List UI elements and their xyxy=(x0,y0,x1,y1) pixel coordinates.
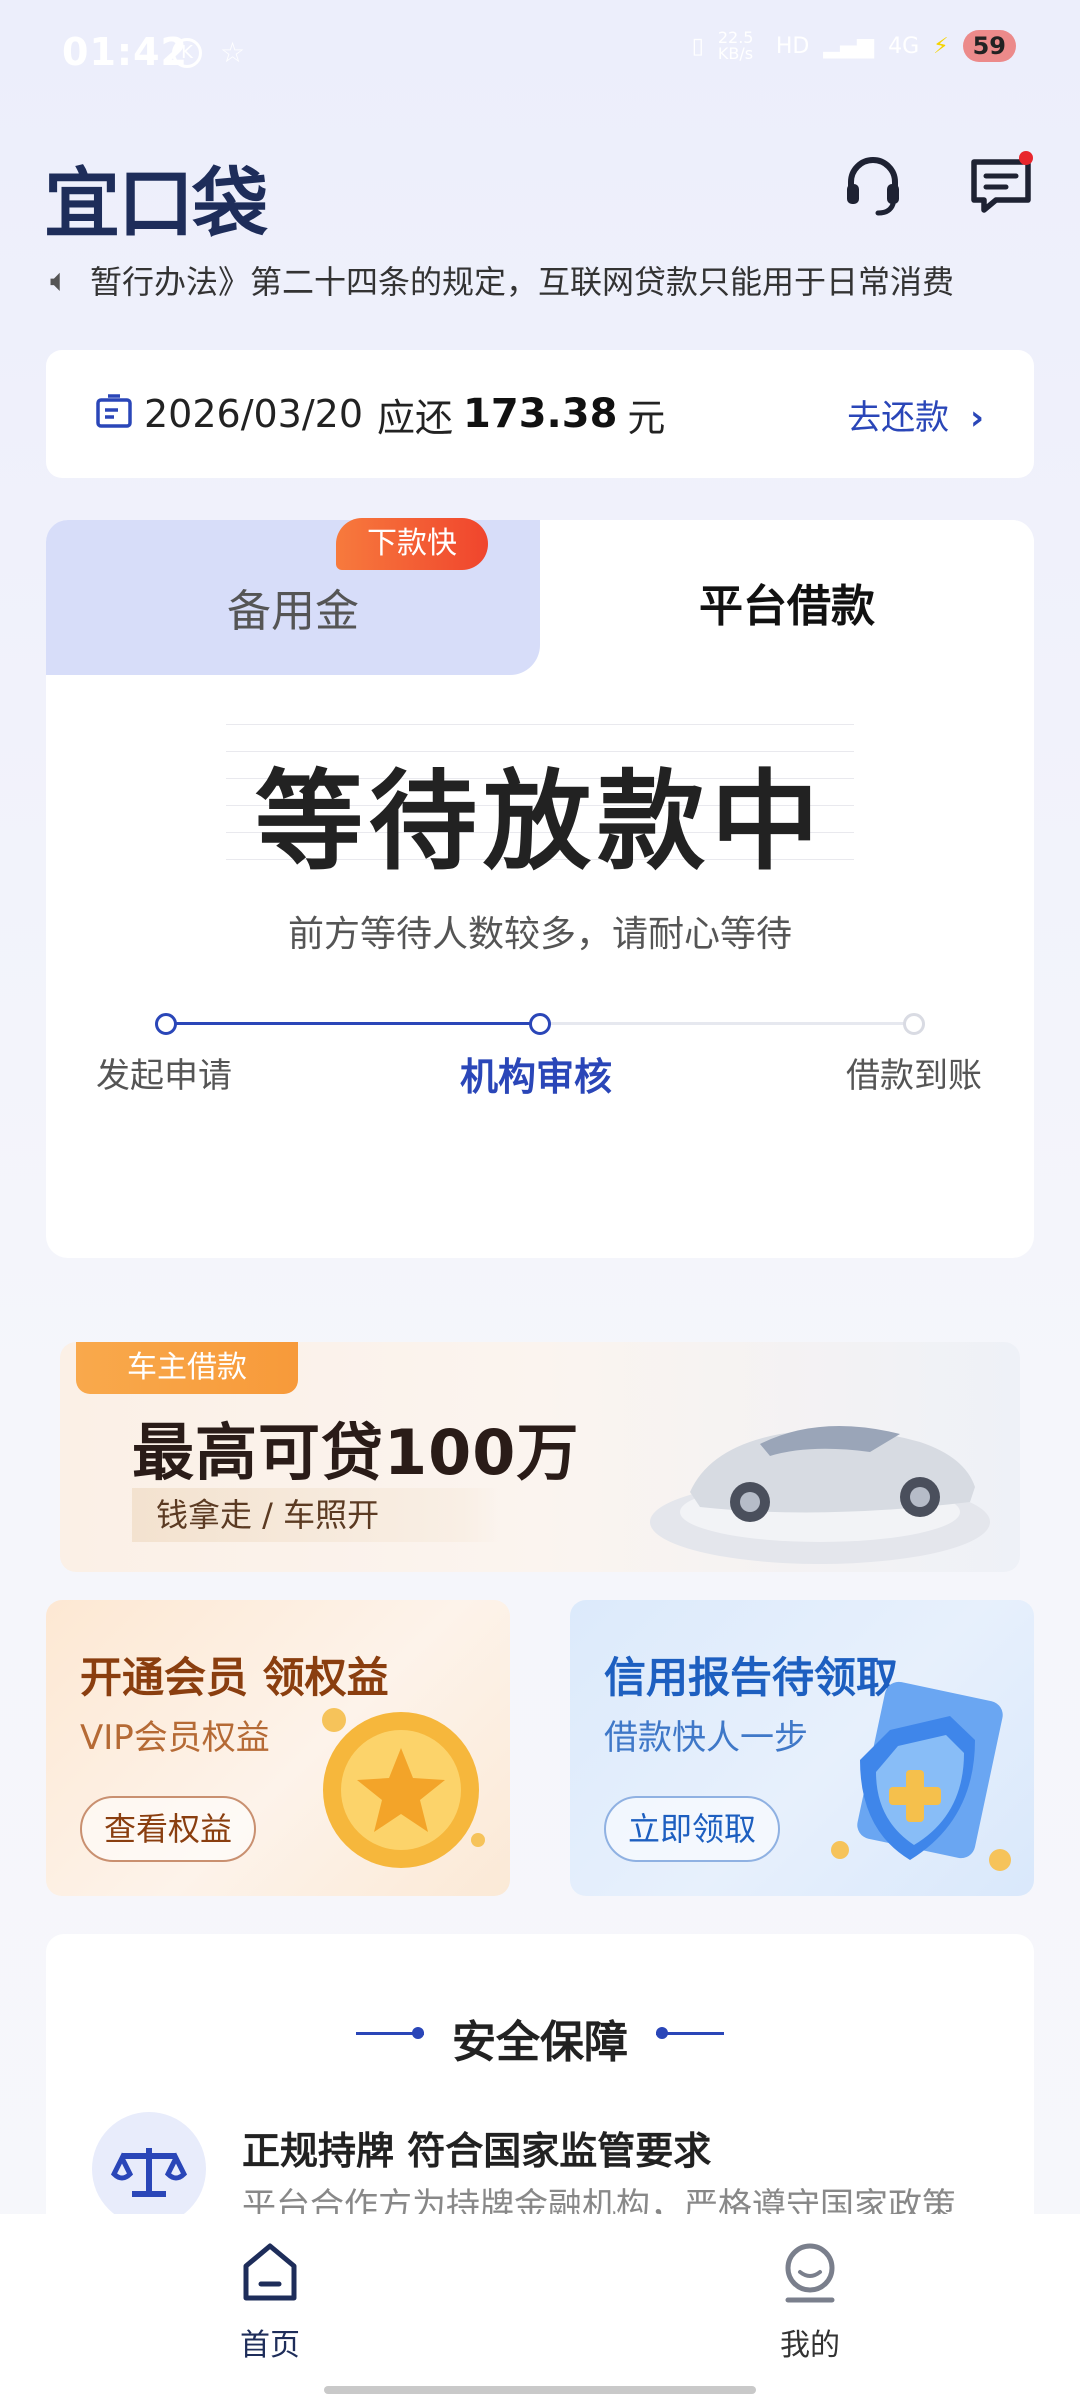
network-type: 4G xyxy=(888,33,920,59)
speaker-icon: 🔈︎ xyxy=(50,260,70,299)
network-speed: 22.5 KB/s xyxy=(717,28,754,63)
bill-icon xyxy=(94,392,134,436)
vip-banner[interactable]: 开通会员 领权益 VIP会员权益 查看权益 xyxy=(46,1600,510,1896)
app-notification-icon: K xyxy=(172,38,202,68)
scale-icon xyxy=(92,2112,206,2226)
status-bar: 01:42 K ☆ ▯ 22.5 KB/s HD ▂▄▆ 4G ⚡ 59 xyxy=(0,0,1080,100)
car-image xyxy=(650,1426,990,1564)
star-coin-icon xyxy=(322,1708,485,1868)
home-icon xyxy=(243,2243,297,2301)
progress-line-done xyxy=(166,1022,540,1025)
vip-subtitle: VIP会员权益 xyxy=(80,1718,270,1758)
loan-status-title: 等待放款中 xyxy=(254,760,825,885)
due-date: 2026/03/20 xyxy=(144,392,364,436)
nav-home[interactable]: 首页 xyxy=(190,2240,350,2364)
chevron-right-icon: › xyxy=(969,397,984,438)
security-title: 安全保障 xyxy=(452,2017,628,2068)
security-item-heading: 正规持牌 符合国家监管要求 xyxy=(242,2129,712,2173)
notice-marquee[interactable]: 🔈︎ 暂行办法》第二十四条的规定，互联网贷款只能用于日常消费 xyxy=(50,258,1030,302)
car-loan-tag: 车主借款 xyxy=(76,1342,298,1394)
car-loan-title: 最高可贷100万 xyxy=(132,1416,580,1489)
tab-reserve-fund-label: 备用金 xyxy=(227,586,359,637)
battery-level: 59 xyxy=(962,30,1016,62)
message-icon[interactable] xyxy=(966,150,1036,220)
hd-icon: HD xyxy=(775,33,810,59)
due-label: 应还 xyxy=(377,395,454,440)
status-indicators: ▯ 22.5 KB/s HD ▂▄▆ 4G ⚡ 59 xyxy=(692,30,1016,62)
car-loan-subtitle: 钱拿走 / 车照开 xyxy=(132,1488,500,1542)
charging-icon: ⚡ xyxy=(933,33,949,59)
step-dot-arrival xyxy=(903,1013,925,1035)
headset-icon[interactable] xyxy=(838,150,908,220)
nav-home-label: 首页 xyxy=(240,2328,300,2363)
app-logo: 宜口袋 xyxy=(44,159,268,248)
go-repay-button[interactable]: 去还款 › xyxy=(847,390,984,439)
nav-mine-label: 我的 xyxy=(780,2328,840,2363)
step-apply: 发起申请 xyxy=(96,1056,232,1096)
go-repay-label: 去还款 xyxy=(847,397,950,438)
notice-text: 暂行办法》第二十四条的规定，互联网贷款只能用于日常消费 xyxy=(90,263,955,301)
shield-icon xyxy=(831,1681,1011,1871)
fast-loan-badge: 下款快 xyxy=(336,518,488,570)
vibrate-icon: ▯ xyxy=(691,33,704,59)
credit-claim-button[interactable]: 立即领取 xyxy=(604,1796,781,1862)
user-icon xyxy=(785,2243,835,2303)
step-review: 机构审核 xyxy=(460,1055,613,1099)
status-time: 01:42 xyxy=(62,30,188,74)
nav-mine[interactable]: 我的 xyxy=(730,2240,890,2364)
due-unit: 元 xyxy=(627,395,666,440)
vip-view-button[interactable]: 查看权益 xyxy=(80,1796,257,1862)
step-dot-review xyxy=(529,1013,551,1035)
gesture-bar[interactable] xyxy=(324,2386,756,2394)
repayment-card[interactable]: 2026/03/20 应还 173.38 元 去还款 › xyxy=(46,350,1034,478)
credit-report-banner[interactable]: 信用报告待领取 借款快人一步 立即领取 xyxy=(570,1600,1034,1896)
signal-icon: ▂▄▆ xyxy=(823,33,875,59)
bottom-nav xyxy=(0,2214,1080,2400)
notification-icon: ☆ xyxy=(220,36,246,69)
loan-status-subtitle: 前方等待人数较多，请耐心等待 xyxy=(287,914,792,955)
step-arrival: 借款到账 xyxy=(846,1056,982,1096)
step-dot-apply xyxy=(155,1013,177,1035)
tab-platform-loan-label: 平台借款 xyxy=(699,581,875,632)
credit-subtitle: 借款快人一步 xyxy=(604,1718,808,1758)
progress-line-pending xyxy=(540,1022,914,1025)
due-amount: 173.38 xyxy=(463,391,618,437)
